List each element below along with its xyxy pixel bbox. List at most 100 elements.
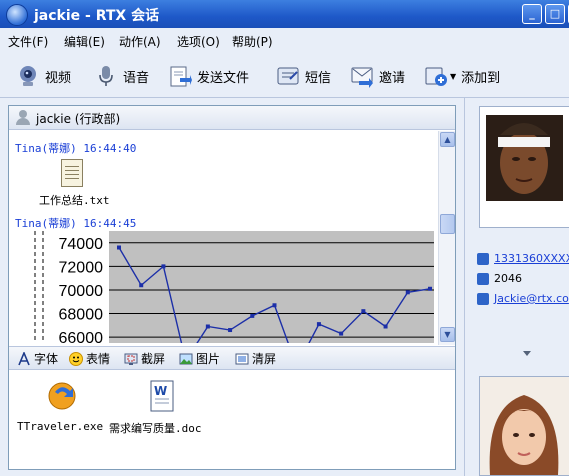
font-label: 字体 (34, 352, 59, 366)
scroll-thumb[interactable] (440, 214, 455, 234)
video-label: 视频 (45, 70, 72, 86)
sms-label: 短信 (305, 70, 332, 86)
menu-action[interactable]: 动作(A) (119, 33, 161, 50)
contact-photo (479, 106, 569, 228)
clear-screen-button[interactable]: 清屏 (235, 350, 276, 367)
contact-email[interactable]: Jackie@rtx.co (477, 292, 569, 305)
emoticon-icon (69, 351, 83, 366)
contact-phone[interactable]: 1331360XXXX (477, 252, 569, 265)
chart-data-point (272, 303, 277, 308)
invite-label: 邀请 (379, 70, 406, 86)
add-to-icon (424, 64, 448, 88)
picture-button[interactable]: 图片 (179, 350, 220, 367)
screenshot-button[interactable]: 截屏 (124, 350, 165, 367)
emoticon-label: 表情 (86, 352, 111, 366)
invite-button[interactable]: 邀请 (350, 62, 405, 90)
chat-header: jackie (行政部) (9, 106, 455, 130)
attachment-tile[interactable]: W 需求编写质量.doc (109, 379, 229, 439)
chart-data-point (361, 309, 366, 314)
chart-y-tick-label: 70000 (59, 283, 104, 300)
chart-data-point (228, 328, 233, 333)
title-bar[interactable]: jackie - RTX 会话 _ □ × (0, 0, 569, 28)
voice-label: 语音 (123, 70, 150, 86)
exe-icon (45, 379, 79, 413)
chart-data-point (339, 331, 344, 336)
font-icon (17, 350, 31, 366)
chart-data-point (428, 286, 432, 291)
extension-text: 2046 (494, 272, 522, 285)
send-file-button[interactable]: 发送文件 (168, 62, 249, 90)
add-to-label: 添加到 (461, 70, 501, 86)
menu-edit[interactable]: 编辑(E) (64, 33, 105, 50)
add-to-dropdown-icon: ▼ (450, 71, 457, 81)
svg-text:W: W (154, 384, 167, 398)
chat-panel: jackie (行政部) Tina(蒂娜) 16:44:40 工作总结.txt … (8, 105, 456, 470)
send-file-label: 发送文件 (197, 70, 250, 86)
chart-data-point (117, 245, 121, 250)
rtx-chat-window: jackie - RTX 会话 _ □ × 文件(F) 编辑(E) 动作(A) … (0, 0, 569, 476)
embedded-line-chart: 74000 72000 70000 68000 66000 (34, 231, 434, 343)
emoticon-button[interactable]: 表情 (69, 350, 110, 367)
screenshot-icon (124, 352, 138, 366)
minimize-button[interactable]: _ (522, 4, 542, 24)
format-toolbar: 字体 表情 截屏 图片 清屏 (9, 346, 455, 370)
message-sender-time: Tina(蒂娜) 16:44:40 (15, 142, 137, 155)
clear-screen-label: 清屏 (252, 352, 277, 366)
video-icon (16, 64, 40, 88)
toolbar: 视频 语音 发送文件 短信 邀请 ▼ 添加到 (0, 54, 569, 98)
chart-data-point (405, 290, 410, 295)
attachment-name: TTraveler.exe (17, 420, 104, 433)
chart-y-tick-label: 66000 (59, 330, 104, 343)
chart-y-tick-label: 72000 (59, 259, 104, 276)
font-button[interactable]: 字体 (17, 350, 58, 367)
chart-data-point (205, 324, 210, 329)
phone-icon (477, 272, 489, 285)
phone-link[interactable]: 1331360XXXX (494, 252, 569, 265)
microphone-icon (94, 64, 118, 88)
email-link[interactable]: Jackie@rtx.co (494, 292, 569, 305)
sms-button[interactable]: 短信 (276, 62, 331, 90)
chart-y-tick-label: 68000 (59, 307, 104, 324)
received-file-name: 工作总结.txt (39, 194, 110, 207)
received-file-tile[interactable]: 工作总结.txt (39, 159, 119, 209)
history-scrollbar[interactable]: ▲ ▼ (438, 131, 455, 345)
screenshot-label: 截屏 (141, 352, 166, 366)
maximize-button[interactable]: □ (545, 4, 565, 24)
message-sender-time: Tina(蒂娜) 16:44:45 (15, 217, 137, 230)
contact-side-panel: 1331360XXXX 2046 Jackie@rtx.co (464, 98, 569, 476)
chart-data-point (316, 322, 321, 327)
sms-icon (276, 64, 300, 88)
voice-button[interactable]: 语音 (94, 62, 149, 90)
text-file-icon (61, 159, 83, 187)
email-icon (477, 292, 489, 305)
video-button[interactable]: 视频 (16, 62, 71, 90)
chart-data-point (250, 313, 255, 318)
attachment-name: 需求编写质量.doc (109, 422, 202, 435)
word-doc-icon: W (147, 379, 177, 413)
picture-icon (179, 352, 193, 366)
chart-data-point (139, 283, 144, 288)
chat-contact-label: jackie (行政部) (36, 112, 121, 126)
scroll-up-arrow-icon[interactable]: ▲ (440, 132, 455, 147)
attachment-tile[interactable]: TTraveler.exe (17, 379, 107, 439)
invite-icon (350, 64, 374, 88)
person-icon (16, 110, 30, 125)
scroll-down-arrow-icon[interactable]: ▼ (440, 327, 455, 342)
chart-y-tick-label: 74000 (59, 236, 104, 253)
message-input-area[interactable]: TTraveler.exe W 需求编写质量.doc (9, 371, 455, 469)
self-photo (479, 376, 569, 476)
mobile-phone-icon (477, 252, 489, 265)
send-file-icon (168, 64, 192, 88)
chart-data-point (161, 264, 166, 269)
add-to-button[interactable]: ▼ 添加到 (424, 62, 500, 90)
window-title: jackie - RTX 会话 (34, 8, 160, 24)
menu-help[interactable]: 帮助(P) (232, 33, 273, 50)
panel-collapse-arrow-icon[interactable] (523, 351, 531, 356)
picture-label: 图片 (196, 352, 221, 366)
menu-file[interactable]: 文件(F) (8, 33, 48, 50)
message-history[interactable]: Tina(蒂娜) 16:44:40 工作总结.txt Tina(蒂娜) 16:4… (9, 131, 438, 345)
clear-screen-icon (235, 352, 249, 366)
chart-data-point (383, 324, 388, 329)
contact-extension: 2046 (477, 272, 522, 285)
menu-options[interactable]: 选项(O) (177, 33, 220, 50)
